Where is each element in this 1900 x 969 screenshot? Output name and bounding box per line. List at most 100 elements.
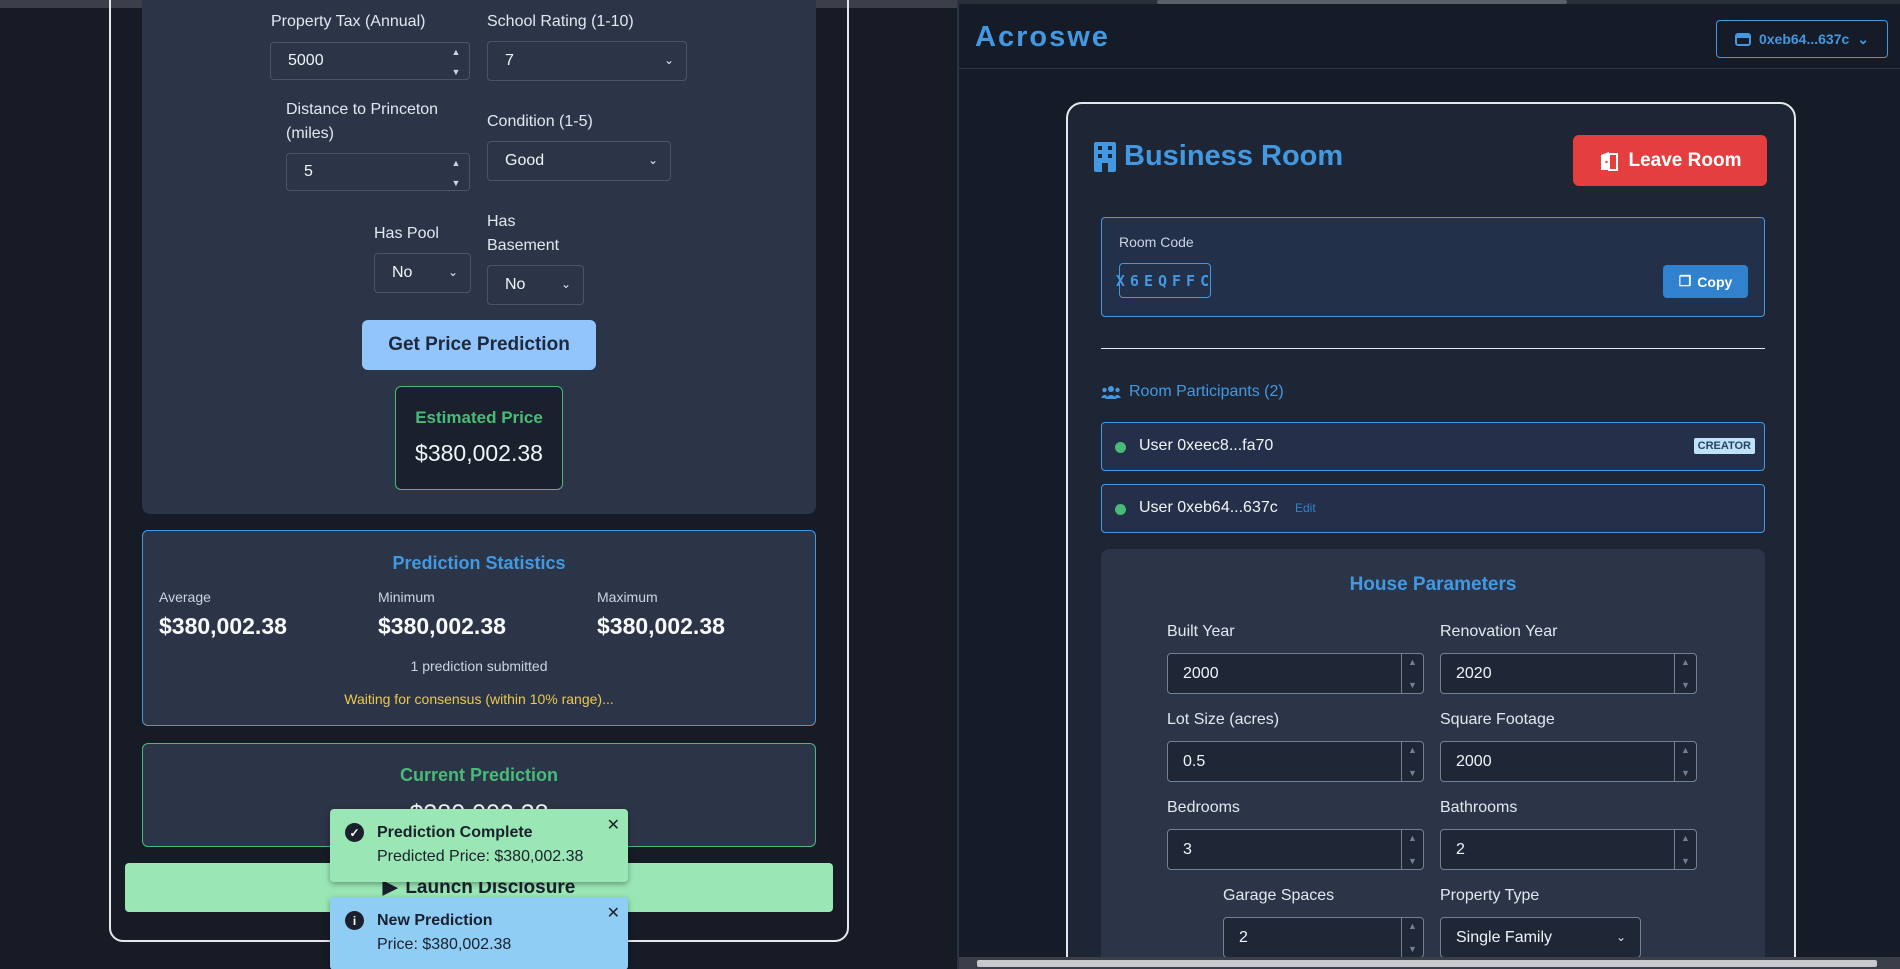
prediction-statistics-card: Prediction Statistics Average $380,002.3… xyxy=(142,530,816,726)
bathrooms-input[interactable]: 2 ▲ ▼ xyxy=(1440,829,1697,870)
room-code-label: Room Code xyxy=(1119,234,1194,250)
built-year-label: Built Year xyxy=(1167,623,1235,640)
property-tax-value: 5000 xyxy=(288,52,324,69)
bathrooms-value: 2 xyxy=(1456,841,1465,858)
built-year-value: 2000 xyxy=(1183,665,1219,682)
chevron-down-icon: ⌄ xyxy=(1615,930,1626,944)
basement-value: No xyxy=(505,276,526,293)
chevron-down-icon: ⌄ xyxy=(647,153,658,167)
minimum-value: $380,002.38 xyxy=(378,613,506,639)
copy-label: Copy xyxy=(1697,273,1733,290)
built-year-stepper[interactable]: ▲ ▼ xyxy=(1401,654,1423,693)
square-footage-value: 2000 xyxy=(1456,753,1492,770)
lot-size-input[interactable]: 0.5 ▲ ▼ xyxy=(1167,741,1424,782)
info-circle-icon: i xyxy=(345,911,364,930)
condition-select[interactable]: Good ⌄ xyxy=(487,141,671,181)
garage-label: Garage Spaces xyxy=(1223,887,1335,904)
square-footage-label: Square Footage xyxy=(1440,711,1555,728)
creator-badge: CREATOR xyxy=(1693,438,1755,454)
chevron-down-icon: ⌄ xyxy=(1857,30,1870,47)
chevron-down-icon: ⌄ xyxy=(447,265,458,279)
square-footage-stepper[interactable]: ▲ ▼ xyxy=(1674,742,1696,781)
property-tax-input[interactable]: 5000 ▲ ▼ xyxy=(270,42,470,80)
bedrooms-stepper[interactable]: ▲ ▼ xyxy=(1401,830,1423,869)
toast-new-prediction: i New Prediction Price: $380,002.38 ✕ xyxy=(330,897,628,969)
wallet-address: 0xeb64...637c xyxy=(1758,31,1850,47)
toast-description: Price: $380,002.38 xyxy=(377,936,512,953)
get-price-prediction-button[interactable]: Get Price Prediction xyxy=(362,320,596,370)
business-room-card: Business Room Leave Room Room Code X6EQF… xyxy=(1066,102,1796,969)
average-label: Average xyxy=(159,589,211,605)
lot-size-stepper[interactable]: ▲ ▼ xyxy=(1401,742,1423,781)
property-tax-stepper[interactable]: ▲ ▼ xyxy=(447,47,465,77)
participant-name: User 0xeb64...637c xyxy=(1139,499,1278,516)
bathrooms-label: Bathrooms xyxy=(1440,799,1518,816)
chevron-down-icon: ⌄ xyxy=(663,53,674,67)
square-footage-input[interactable]: 2000 ▲ ▼ xyxy=(1440,741,1697,782)
toast-title: Prediction Complete xyxy=(377,824,533,841)
statistics-title: Prediction Statistics xyxy=(392,553,566,573)
brand-logo[interactable]: Acroswe xyxy=(975,21,1110,54)
online-status-dot xyxy=(1115,504,1126,515)
copy-icon: ❐ xyxy=(1678,273,1692,289)
garage-input[interactable]: 2 ▲ ▼ xyxy=(1223,917,1424,958)
toast-title: New Prediction xyxy=(377,912,493,929)
horizontal-scrollbar-thumb[interactable] xyxy=(977,960,1877,967)
bedrooms-label: Bedrooms xyxy=(1167,799,1240,816)
distance-label-line2: (miles) xyxy=(286,125,334,142)
bathrooms-stepper[interactable]: ▲ ▼ xyxy=(1674,830,1696,869)
current-prediction-title: Current Prediction xyxy=(399,765,559,785)
basement-label-line2: Basement xyxy=(487,237,560,254)
renovation-year-stepper[interactable]: ▲ ▼ xyxy=(1674,654,1696,693)
edit-name-link[interactable]: Edit xyxy=(1295,501,1316,515)
close-icon[interactable]: ✕ xyxy=(607,815,620,835)
renovation-year-input[interactable]: 2020 ▲ ▼ xyxy=(1440,653,1697,694)
distance-label-line1: Distance to Princeton xyxy=(286,101,439,118)
bedrooms-input[interactable]: 3 ▲ ▼ xyxy=(1167,829,1424,870)
house-parameters-panel: House Parameters Built Year 2000 ▲ ▼ Reno… xyxy=(1101,549,1765,969)
estimated-price-value: $380,002.38 xyxy=(415,440,543,466)
room-code-value: X6EQFFC xyxy=(1116,263,1211,298)
room-title-text: Business Room xyxy=(1124,140,1344,172)
toast-description: Predicted Price: $380,002.38 xyxy=(377,848,584,865)
door-exit-icon xyxy=(1600,151,1618,171)
copy-button[interactable]: ❐ Copy xyxy=(1663,265,1748,298)
distance-stepper[interactable]: ▲ ▼ xyxy=(447,158,465,188)
estimated-price-box: Estimated Price $380,002.38 xyxy=(395,386,563,490)
leave-room-button[interactable]: Leave Room xyxy=(1573,135,1767,186)
close-icon[interactable]: ✕ xyxy=(607,903,620,923)
basement-label-line1: Has xyxy=(487,213,516,230)
horizontal-scrollbar[interactable] xyxy=(959,957,1900,969)
online-status-dot xyxy=(1115,442,1126,453)
condition-value: Good xyxy=(505,152,545,169)
chevron-down-icon: ⌄ xyxy=(560,277,571,291)
renovation-year-value: 2020 xyxy=(1456,665,1492,682)
participant-row: User 0xeec8...fa70 CREATOR xyxy=(1101,422,1765,471)
check-circle-icon: ✓ xyxy=(345,823,364,842)
participants-title-text: Room Participants (2) xyxy=(1129,383,1284,400)
wallet-button[interactable]: 0xeb64...637c ⌄ xyxy=(1716,20,1888,58)
house-parameters-title: House Parameters xyxy=(1349,574,1517,595)
room-code-box: Room Code X6EQFFC ❐ Copy xyxy=(1101,217,1765,317)
property-tax-label: Property Tax (Annual) xyxy=(271,13,426,30)
basement-select[interactable]: No ⌄ xyxy=(487,265,584,305)
distance-input[interactable]: 5 ▲ ▼ xyxy=(286,153,470,191)
built-year-input[interactable]: 2000 ▲ ▼ xyxy=(1167,653,1424,694)
left-pane: Property Tax (Annual) 5000 ▲ ▼ School Rat… xyxy=(0,0,957,969)
school-rating-label: School Rating (1-10) xyxy=(487,13,634,30)
average-value: $380,002.38 xyxy=(159,613,287,639)
pool-select[interactable]: No ⌄ xyxy=(374,253,471,293)
condition-label: Condition (1-5) xyxy=(487,113,593,130)
top-scrollbar[interactable] xyxy=(959,0,1900,4)
distance-value: 5 xyxy=(304,163,313,180)
app-header: Acroswe 0xeb64...637c ⌄ xyxy=(959,8,1900,69)
school-rating-select[interactable]: 7 ⌄ xyxy=(487,41,687,81)
property-type-select[interactable]: Single Family ⌄ xyxy=(1440,917,1641,958)
garage-stepper[interactable]: ▲ ▼ xyxy=(1401,918,1423,957)
pool-value: No xyxy=(392,264,413,281)
users-icon xyxy=(1101,386,1121,399)
top-scrollbar-thumb[interactable] xyxy=(1157,0,1567,4)
estimated-price-title: Estimated Price xyxy=(415,408,543,427)
property-type-label: Property Type xyxy=(1440,887,1540,904)
renovation-year-label: Renovation Year xyxy=(1440,623,1558,640)
